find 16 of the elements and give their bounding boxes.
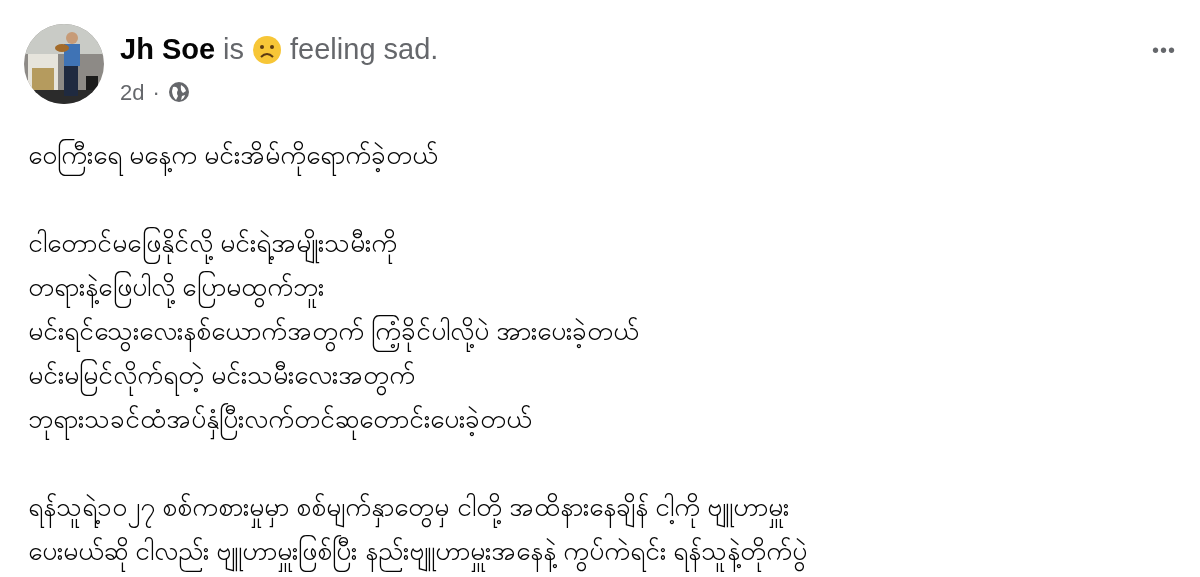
feeling-text: feeling sad. bbox=[290, 32, 439, 67]
post-text-line: ဝေကြီးရေ မနေ့က မင်းအိမ်ကိုရောက်ခဲ့တယ် bbox=[28, 132, 1176, 177]
post-text-line: ငါတောင်မဖြေနိုင်လို့ မင်းရဲ့အမျိုးသမီးကို bbox=[28, 220, 1176, 265]
post-text-line: မင်းမမြင်လိုက်ရတဲ့ မင်းသမီးလေးအတွက် bbox=[28, 352, 1176, 397]
more-options-button[interactable]: ••• bbox=[1152, 39, 1176, 60]
feeling-verb: is bbox=[223, 32, 245, 67]
globe-icon bbox=[167, 81, 190, 103]
post-text-line: ပေးမယ်ဆို ငါလည်း ဗျူဟာမှူးဖြစ်ပြီး နည်းဗျူဟာမှူးအနေနဲ့ ကွပ်ကဲရင်း ရန်သူနဲ့တိုက်ပွဲ bbox=[28, 528, 1176, 573]
post-text-line: ရန်သူရဲ့၁၀၂၇ စစ်ကစားမှုမှာ စစ်မျက်နှာတွေမှ ငါတို့ အထိနားနေချိန် ငါ့ကို ဗျူဟာမှူး bbox=[28, 484, 1176, 529]
post-time[interactable]: 2d bbox=[120, 75, 145, 109]
post-text-line: မင်းရင်သွေးလေးနစ်ယောက်အတွက် ကြံ့ခိုင်ပါလို့ပဲ အားပေးခဲ့တယ် bbox=[28, 308, 1176, 353]
post-text-line: ဘုရားသခင်ထံအပ်နှံပြီးလက်တင်ဆုတောင်းပေးခဲ့တယ် bbox=[28, 396, 1176, 441]
post-text-line: တရားနဲ့ဖြေပါလို့ ပြောမထွက်ဘူး bbox=[28, 264, 1176, 309]
sad-face-icon bbox=[252, 34, 283, 65]
separator: · bbox=[152, 78, 160, 107]
author-name[interactable]: Jh Soe bbox=[120, 28, 216, 72]
